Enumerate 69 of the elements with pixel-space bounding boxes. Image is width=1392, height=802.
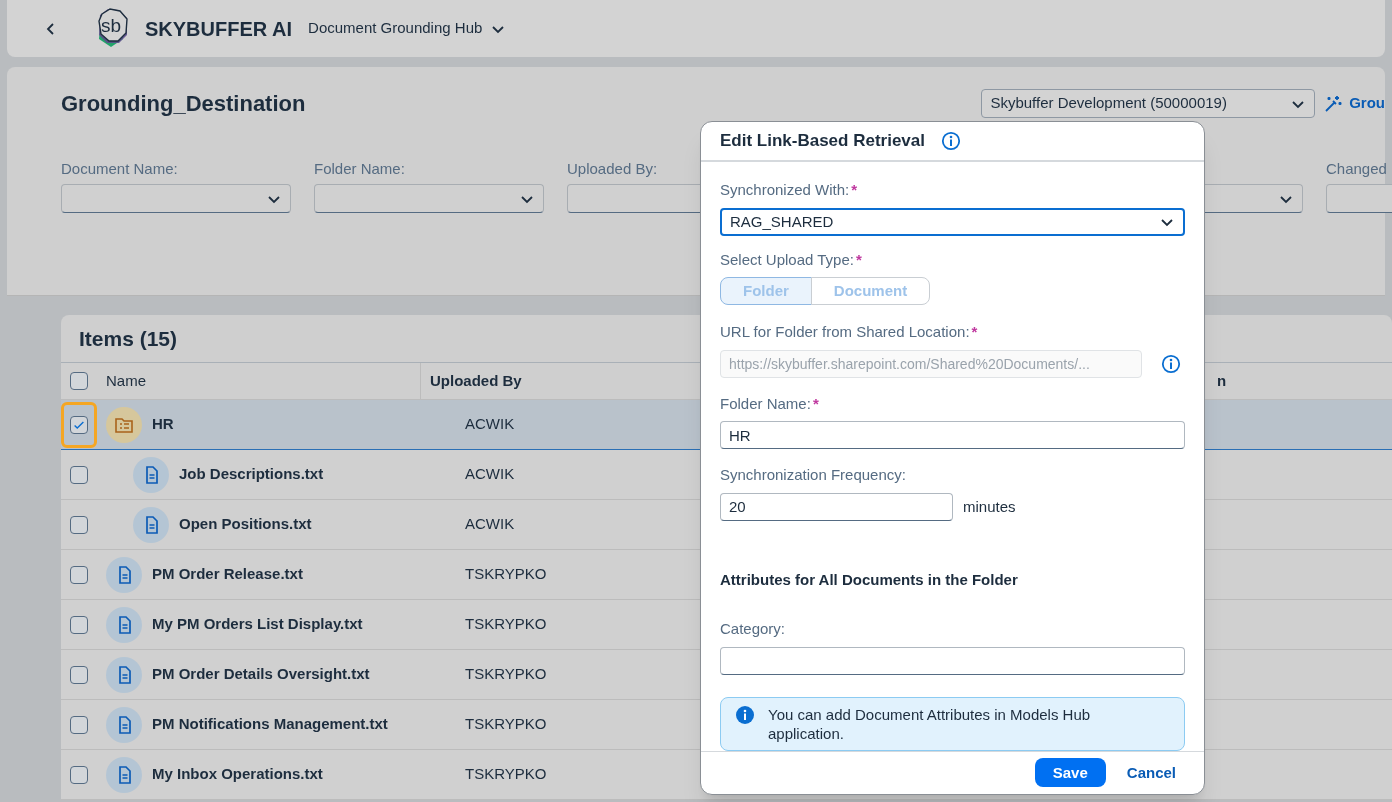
column-header: Name [105,370,147,391]
category-field[interactable] [720,646,1185,675]
info-icon[interactable] [1161,353,1181,374]
section-heading: Attributes for All Documents in the Folder [720,569,1019,590]
document-icon [133,506,169,543]
field-label: Synchronized With:* [720,180,859,201]
filter-select[interactable] [314,184,544,213]
grounding-link[interactable]: Grou [1323,92,1385,115]
table-cell-text: TSKRYPKO [464,664,547,685]
field-label: URL for Folder from Shared Location:* [720,322,979,343]
table-cell-text: TSKRYPKO [464,714,547,735]
filter-select[interactable] [61,184,291,213]
filter-label: Uploaded By: [567,159,659,176]
document-icon [133,456,169,493]
table-title: Items (15) [79,325,178,352]
table-cell-text: ACWIK [464,414,515,435]
table-cell-text: ACWIK [464,514,515,535]
required-asterisk: * [851,181,858,199]
page-title: Grounding_Destination [61,90,307,118]
magic-wand-icon [1323,93,1344,114]
item-name: PM Order Release.txt [152,564,303,585]
checkbox[interactable] [70,415,88,434]
filter-label: Folder Name: [314,159,406,176]
synchronized-with-select[interactable]: RAG_SHARED [720,207,1185,236]
table-cell-text: ACWIK [464,464,515,485]
cancel-button[interactable]: Cancel [1126,761,1176,785]
checkbox[interactable] [70,665,88,684]
document-icon [106,756,142,793]
item-name: Job Descriptions.txt [179,464,324,485]
item-name: Open Positions.txt [179,514,312,535]
brand-name: SKYBUFFER AI [145,16,293,42]
item-name: PM Order Details Oversight.txt [152,664,370,685]
field-label: Category: [720,619,787,640]
filter-label: Changed [1326,159,1388,176]
document-icon [106,556,142,593]
checkbox[interactable] [70,615,88,634]
frequency-field[interactable]: 20 [720,492,953,521]
info-text: You can add Document Attributes in Models Hub application. [768,704,1092,743]
document-icon [106,606,142,643]
app-title-menu[interactable]: Document Grounding Hub [308,17,507,40]
checkbox[interactable] [70,715,88,734]
required-asterisk: * [971,323,978,341]
field-label: Select Upload Type:* [720,249,863,270]
info-icon [735,704,755,725]
checkbox[interactable] [70,465,88,484]
system-select[interactable]: Skybuffer Development (50000019) [981,89,1316,118]
table-cell-text: TSKRYPKO [464,764,547,785]
checkbox[interactable] [70,372,88,390]
item-name: My PM Orders List Display.txt [152,614,363,635]
item-name: HR [152,414,174,435]
table-cell-text: TSKRYPKO [464,614,547,635]
table-cell-text: TSKRYPKO [464,564,547,585]
document-icon [106,656,142,693]
checkbox[interactable] [70,765,88,784]
filter-label: Document Name: [61,159,179,176]
document-icon [106,706,142,743]
info-icon[interactable] [941,131,961,152]
dialog-title: Edit Link-Based Retrieval [720,130,925,153]
folder-name-field[interactable]: HR [720,421,1185,450]
url-field[interactable]: https://skybuffer.sharepoint.com/Shared%20Documents/... [720,349,1142,378]
required-asterisk: * [856,250,862,268]
checkbox[interactable] [70,515,88,534]
field-label: Synchronization Frequency: [720,465,907,486]
checkbox[interactable] [70,565,88,584]
save-button[interactable]: Save [1034,758,1106,788]
item-name: My Inbox Operations.txt [152,764,323,785]
column-header: n [1217,370,1227,391]
item-name: PM Notifications Management.txt [152,714,388,735]
folder-icon [106,406,142,443]
